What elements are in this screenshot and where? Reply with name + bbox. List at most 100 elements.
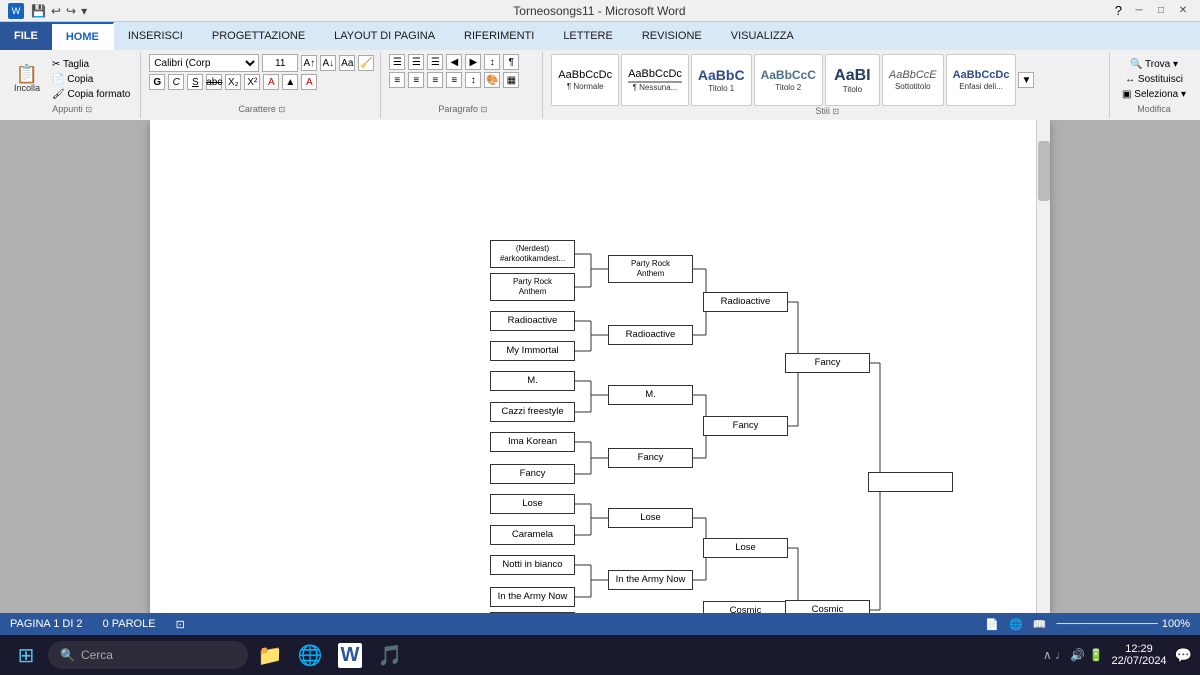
sostituisci-button[interactable]: ↔ Sostituisci bbox=[1121, 73, 1187, 86]
tab-layout[interactable]: LAYOUT DI PAGINA bbox=[320, 22, 450, 50]
font-case-button[interactable]: Aa bbox=[339, 55, 355, 71]
strikethrough-button[interactable]: abc bbox=[206, 74, 222, 90]
list-number-button[interactable]: ☰ bbox=[408, 54, 424, 70]
r2-box-2[interactable]: Radioactive bbox=[608, 325, 693, 345]
align-center-button[interactable]: ≡ bbox=[408, 72, 424, 88]
tab-riferimenti[interactable]: RIFERIMENTI bbox=[450, 22, 549, 50]
r3-box-4[interactable]: Cosmic bbox=[703, 601, 788, 613]
r3-box-1[interactable]: Radioactive bbox=[703, 292, 788, 312]
r1-box-2[interactable]: Party RockAnthem bbox=[490, 273, 575, 301]
style-titolo1[interactable]: AaBbC Titolo 1 bbox=[691, 54, 752, 106]
tab-visualizza[interactable]: VISUALIZZA bbox=[717, 22, 809, 50]
clear-format-button[interactable]: 🧹 bbox=[358, 55, 374, 71]
r2-box-1[interactable]: Party RockAnthem bbox=[608, 255, 693, 283]
subscript-button[interactable]: X₂ bbox=[225, 74, 241, 90]
r1-box-6[interactable]: Cazzi freestyle bbox=[490, 402, 575, 422]
align-left-button[interactable]: ≡ bbox=[389, 72, 405, 88]
underline-button[interactable]: S bbox=[187, 74, 203, 90]
notification-icon[interactable]: 💬 bbox=[1175, 647, 1192, 664]
r4-box-2[interactable]: Cosmic bbox=[785, 600, 870, 613]
font-color2-button[interactable]: A bbox=[301, 74, 317, 90]
font-color-button[interactable]: A bbox=[263, 74, 279, 90]
maximize-button[interactable]: □ bbox=[1152, 4, 1170, 18]
seleziona-button[interactable]: ▣ Seleziona ▾ bbox=[1118, 88, 1190, 101]
r3-box-2[interactable]: Fancy bbox=[703, 416, 788, 436]
trova-button[interactable]: 🔍 Trova ▾ bbox=[1126, 58, 1182, 71]
pilcrow-button[interactable]: ¶ bbox=[503, 54, 519, 70]
r1-box-10[interactable]: Caramela bbox=[490, 525, 575, 545]
taskbar-spotify[interactable]: 🎵 bbox=[372, 637, 408, 673]
tab-revisione[interactable]: REVISIONE bbox=[628, 22, 717, 50]
line-spacing-button[interactable]: ↕ bbox=[465, 72, 481, 88]
r2-box-3[interactable]: M. bbox=[608, 385, 693, 405]
italic-button[interactable]: C bbox=[168, 74, 184, 90]
copia-button[interactable]: 📄 Copia bbox=[48, 73, 134, 86]
r1-box-1[interactable]: (Nerdest)#arkootikamdest... bbox=[490, 240, 575, 268]
r2-box-6[interactable]: In the Army Now bbox=[608, 570, 693, 590]
view-web-button[interactable]: 🌐 bbox=[1009, 618, 1023, 631]
style-normale[interactable]: AaBbCcDc ¶ Normale bbox=[551, 54, 619, 106]
font-grow-button[interactable]: A↑ bbox=[301, 55, 317, 71]
undo-button[interactable]: ↩ bbox=[50, 3, 62, 19]
zoom-slider[interactable]: ───────────── 100% bbox=[1057, 618, 1190, 630]
r1-box-12[interactable]: In the Army Now bbox=[490, 587, 575, 607]
r1-box-7[interactable]: Ima Korean bbox=[490, 432, 575, 452]
dropdown-button[interactable]: ▾ bbox=[80, 3, 88, 19]
r2-box-4[interactable]: Fancy bbox=[608, 448, 693, 468]
copia-formato-button[interactable]: 🖌 Copia formato bbox=[48, 88, 134, 101]
start-button[interactable]: ⊞ bbox=[8, 637, 44, 673]
vertical-scrollbar[interactable] bbox=[1036, 120, 1050, 613]
styles-scroll-down[interactable]: ▼ bbox=[1018, 72, 1034, 88]
para-shading-button[interactable]: 🎨 bbox=[484, 72, 500, 88]
taskbar-chrome[interactable]: 🌐 bbox=[292, 637, 328, 673]
taskbar-search[interactable]: 🔍 Cerca bbox=[48, 641, 248, 669]
r1-box-11[interactable]: Notti in bianco bbox=[490, 555, 575, 575]
r1-box-5[interactable]: M. bbox=[490, 371, 575, 391]
tab-file[interactable]: FILE bbox=[0, 22, 52, 50]
style-sottotitolo[interactable]: AaBbCcE Sottotitolo bbox=[882, 54, 944, 106]
highlight-button[interactable]: ▲ bbox=[282, 74, 298, 90]
r2-box-5[interactable]: Lose bbox=[608, 508, 693, 528]
tab-progettazione[interactable]: PROGETTAZIONE bbox=[198, 22, 320, 50]
view-print-button[interactable]: 📄 bbox=[985, 618, 999, 631]
r1-box-3[interactable]: Radioactive bbox=[490, 311, 575, 331]
para-border-button[interactable]: ▦ bbox=[503, 72, 519, 88]
redo-button[interactable]: ↪ bbox=[65, 3, 77, 19]
help-icon[interactable]: ? bbox=[1111, 3, 1126, 18]
r1-box-9[interactable]: Lose bbox=[490, 494, 575, 514]
align-justify-button[interactable]: ≡ bbox=[446, 72, 462, 88]
tab-home[interactable]: HOME bbox=[52, 22, 114, 50]
list-multi-button[interactable]: ☰ bbox=[427, 54, 443, 70]
taglia-button[interactable]: ✂ Taglia bbox=[48, 58, 134, 71]
style-nessuna[interactable]: AaBbCcDc ¶ Nessuna... bbox=[621, 54, 689, 106]
tab-lettere[interactable]: LETTERE bbox=[549, 22, 628, 50]
font-shrink-button[interactable]: A↓ bbox=[320, 55, 336, 71]
bold-button[interactable]: G bbox=[149, 74, 165, 90]
document-page[interactable]: (Nerdest)#arkootikamdest... Party RockAn… bbox=[150, 120, 1050, 613]
indent-decrease-button[interactable]: ◀ bbox=[446, 54, 462, 70]
taskbar-file-explorer[interactable]: 📁 bbox=[252, 637, 288, 673]
r4-box-1[interactable]: Fancy bbox=[785, 353, 870, 373]
list-bullet-button[interactable]: ☰ bbox=[389, 54, 405, 70]
indent-increase-button[interactable]: ▶ bbox=[465, 54, 481, 70]
clock[interactable]: 12:29 22/07/2024 bbox=[1112, 643, 1167, 667]
save-button[interactable]: 💾 bbox=[30, 3, 47, 19]
view-read-button[interactable]: 📖 bbox=[1033, 618, 1047, 631]
style-titolo2[interactable]: AaBbCcC Titolo 2 bbox=[754, 54, 823, 106]
minimize-button[interactable]: ─ bbox=[1130, 4, 1148, 18]
taskbar-word[interactable]: W bbox=[332, 637, 368, 673]
font-family-select[interactable]: Calibri (Corp bbox=[149, 54, 259, 72]
r1-box-4[interactable]: My Immortal bbox=[490, 341, 575, 361]
final-box[interactable] bbox=[868, 472, 953, 492]
align-right-button[interactable]: ≡ bbox=[427, 72, 443, 88]
scrollbar-thumb[interactable] bbox=[1038, 141, 1050, 201]
sort-button[interactable]: ↕ bbox=[484, 54, 500, 70]
superscript-button[interactable]: X² bbox=[244, 74, 260, 90]
close-button[interactable]: ✕ bbox=[1174, 4, 1192, 18]
r1-box-8[interactable]: Fancy bbox=[490, 464, 575, 484]
style-enfasi[interactable]: AaBbCcDc Enfasi deli... bbox=[946, 54, 1017, 106]
r3-box-3[interactable]: Lose bbox=[703, 538, 788, 558]
style-titolo[interactable]: AaBI Titolo bbox=[825, 54, 880, 106]
font-size-input[interactable] bbox=[262, 54, 298, 72]
tab-inserisci[interactable]: INSERISCI bbox=[114, 22, 198, 50]
